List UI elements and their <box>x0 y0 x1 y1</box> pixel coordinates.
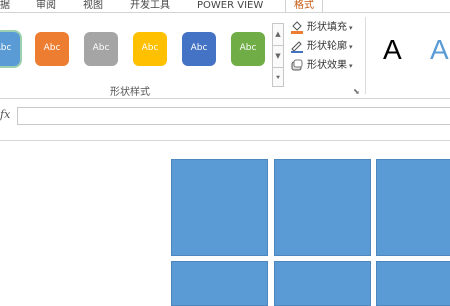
group-label-shape-styles: 形状样式 <box>110 87 150 98</box>
styles-gallery-scroll[interactable]: ▲ ▼ ⯆ <box>272 23 284 87</box>
shape-style-gold[interactable]: Abc <box>133 32 167 66</box>
shape-tile[interactable] <box>274 159 371 256</box>
fx-label[interactable]: fx <box>0 108 10 121</box>
shape-tile[interactable] <box>274 261 371 306</box>
wordart-sample-blue[interactable]: A <box>430 35 449 65</box>
shape-style-gray[interactable]: Abc <box>84 32 118 66</box>
gallery-up-icon[interactable]: ▲ <box>273 24 283 46</box>
paint-bucket-icon <box>290 20 304 34</box>
shape-tile[interactable] <box>171 261 268 306</box>
shape-style-orange[interactable]: Abc <box>35 32 69 66</box>
formula-bar: fx <box>0 104 450 126</box>
shape-tile[interactable] <box>376 159 450 256</box>
shape-style-green[interactable]: Abc <box>231 32 265 66</box>
effects-icon <box>290 58 304 72</box>
shape-fill-button[interactable]: 形状填充 ▾ <box>290 20 353 36</box>
shape-tile[interactable] <box>171 159 268 256</box>
shape-style-blue[interactable]: Abc <box>0 32 20 66</box>
gallery-more-icon[interactable]: ⯆ <box>273 68 283 89</box>
worksheet-canvas <box>0 140 450 306</box>
shape-effects-button[interactable]: 形状效果 ▾ <box>290 58 353 74</box>
shape-style-darkblue[interactable]: Abc <box>182 32 216 66</box>
wordart-sample-black[interactable]: A <box>383 35 402 65</box>
gallery-down-icon[interactable]: ▼ <box>273 46 283 68</box>
ribbon: Abc Abc Abc Abc Abc Abc ▲ ▼ ⯆ 形状样式 ⬊ 形状填… <box>0 12 450 99</box>
formula-input[interactable] <box>17 107 450 125</box>
shape-tile[interactable] <box>376 261 450 306</box>
ribbon-divider <box>365 17 366 94</box>
shape-outline-button[interactable]: 形状轮廓 ▾ <box>290 39 353 55</box>
dialog-launcher-icon[interactable]: ⬊ <box>353 87 360 96</box>
pen-outline-icon <box>290 39 304 53</box>
